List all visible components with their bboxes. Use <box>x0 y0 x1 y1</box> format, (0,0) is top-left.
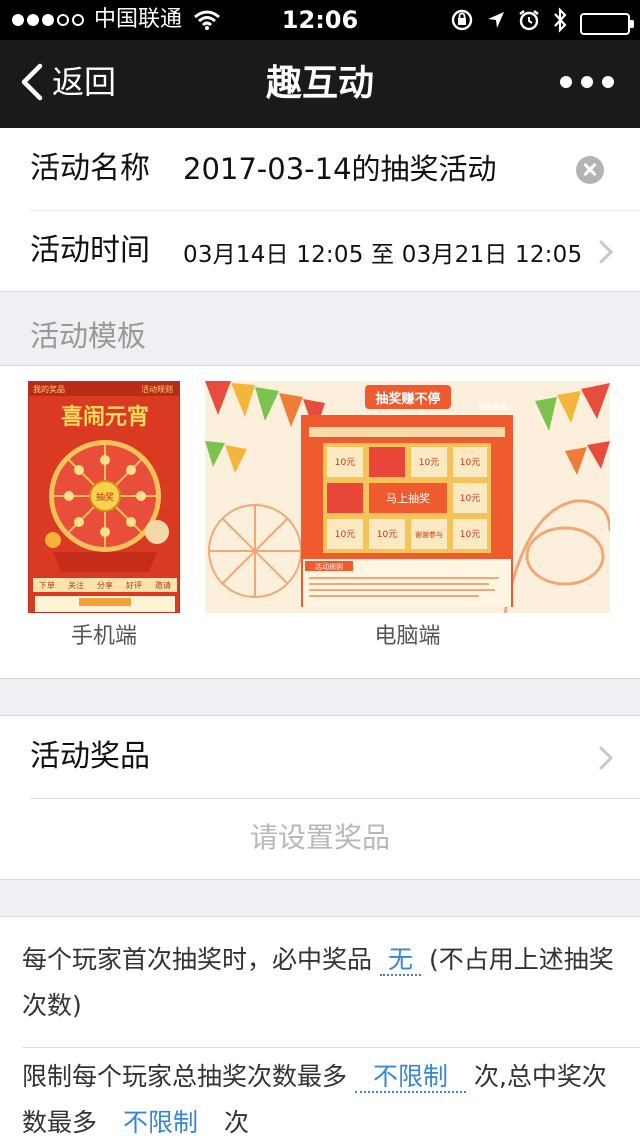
back-button[interactable]: 返回 <box>18 62 116 102</box>
limit-prefix: 限制每个玩家总抽奖次数最多 <box>22 1062 348 1091</box>
mobile-template-thumbnail[interactable]: 我的奖品 活动规则 喜闹元宵 抽奖 下单 关注 分享 好评 邀请 <box>28 381 180 613</box>
pc-banner: 抽奖赚不停 <box>375 391 440 407</box>
total-draw-limit-select[interactable]: 不限制 <box>354 1062 466 1093</box>
location-icon <box>486 10 506 37</box>
chevron-right-icon <box>599 240 614 264</box>
pc-cell: 10元 <box>335 458 355 468</box>
more-dot-icon <box>602 76 614 88</box>
mobile-template-illustration: 我的奖品 活动规则 喜闹元宵 抽奖 下单 关注 分享 好评 邀请 <box>29 382 179 612</box>
clear-input-icon[interactable] <box>576 156 604 184</box>
pc-template-caption: 电脑端 <box>374 624 441 649</box>
more-dot-icon <box>560 76 572 88</box>
pc-cell: 10元 <box>460 458 480 468</box>
rules-section: 每个玩家首次抽奖时，必中奖品 无 (不占用上述抽奖次数) 限制每个玩家总抽奖次数… <box>0 916 640 1136</box>
prize-section: 活动奖品 请设置奖品 <box>0 715 640 880</box>
pc-cell: 10元 <box>460 494 480 504</box>
prize-label: 活动奖品 <box>30 739 150 774</box>
bluetooth-icon <box>552 7 568 40</box>
template-section-title: 活动模板 <box>30 319 147 353</box>
mobile-tab: 关注 <box>68 580 84 590</box>
set-prize-placeholder[interactable]: 请设置奖品 <box>0 820 640 856</box>
status-right <box>450 7 634 40</box>
activity-time-row[interactable]: 活动时间 03月14日 12:05 至 03月21日 12:05 <box>0 210 640 292</box>
prize-divider <box>30 798 640 799</box>
pc-cell: 10元 <box>377 530 397 540</box>
mobile-tab: 好评 <box>126 580 142 590</box>
alarm-icon <box>518 9 540 38</box>
mobile-tab: 分享 <box>97 580 113 590</box>
status-bar: 中国联通 12:06 <box>0 0 640 40</box>
mobile-top-right: 活动规则 <box>141 384 173 394</box>
mobile-top-left: 我的奖品 <box>33 384 65 394</box>
mobile-headline: 喜闹元宵 <box>61 404 149 430</box>
activity-name-label: 活动名称 <box>30 151 150 186</box>
first-draw-rule: 每个玩家首次抽奖时，必中奖品 无 (不占用上述抽奖次数) <box>22 937 622 1029</box>
activity-name-row[interactable]: 活动名称 2017-03-14的抽奖活动 <box>0 128 640 210</box>
activity-time-label: 活动时间 <box>30 233 150 268</box>
pc-cell: 10元 <box>335 530 355 540</box>
mobile-tab: 邀请 <box>155 580 171 590</box>
chevron-right-icon <box>599 746 614 770</box>
pc-template-thumbnail[interactable]: 抽奖赚不停 我的奖品 10元 10元 10元 马上抽奖 10元 10元 10元 … <box>205 381 610 613</box>
mobile-tab: 下单 <box>39 580 55 590</box>
activity-time-value: 03月14日 12:05 至 03月21日 12:05 <box>183 242 583 268</box>
limit-suffix: 次 <box>223 1108 249 1136</box>
pc-cell: 谢谢参与 <box>415 530 443 539</box>
mobile-template-caption: 手机端 <box>70 624 137 649</box>
pc-cell: 10元 <box>419 458 439 468</box>
nav-bar: 返回 趣互动 <box>0 40 640 128</box>
rotation-lock-icon <box>450 8 474 39</box>
first-draw-prize-select[interactable]: 无 <box>379 945 421 976</box>
activity-form: 活动名称 2017-03-14的抽奖活动 活动时间 03月14日 12:05 至… <box>0 128 640 292</box>
first-draw-prefix: 每个玩家首次抽奖时，必中奖品 <box>22 945 373 974</box>
back-label: 返回 <box>52 63 117 101</box>
pc-template-illustration: 抽奖赚不停 我的奖品 10元 10元 10元 马上抽奖 10元 10元 10元 … <box>205 381 610 613</box>
prize-row[interactable]: 活动奖品 <box>0 716 640 798</box>
total-win-limit-select[interactable]: 不限制 <box>104 1108 216 1136</box>
pc-cell-draw: 马上抽奖 <box>386 491 430 505</box>
rule-divider <box>22 1047 640 1048</box>
mobile-center: 抽奖 <box>96 491 114 503</box>
more-menu-button[interactable] <box>560 76 614 88</box>
battery-icon <box>580 12 634 35</box>
pc-rules-title: 活动规则 <box>315 562 343 571</box>
activity-name-input[interactable]: 2017-03-14的抽奖活动 <box>183 150 497 188</box>
draw-limit-rule: 限制每个玩家总抽奖次数最多 不限制 次,总中奖次数最多 不限制 次 <box>22 1054 622 1136</box>
template-picker: 我的奖品 活动规则 喜闹元宵 抽奖 下单 关注 分享 好评 邀请 手机端 抽奖赚… <box>0 365 640 679</box>
more-dot-icon <box>581 76 593 88</box>
pc-corner: 我的奖品 <box>479 402 507 411</box>
pc-cell: 10元 <box>460 530 480 540</box>
chevron-left-icon <box>21 63 43 101</box>
